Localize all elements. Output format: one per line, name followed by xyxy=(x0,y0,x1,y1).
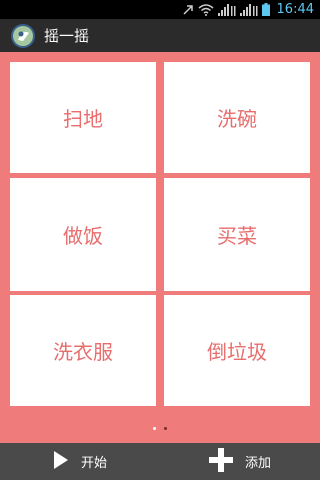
battery-icon xyxy=(261,3,270,16)
signal-icon-2 xyxy=(239,3,258,16)
add-button-label: 添加 xyxy=(244,456,271,471)
notification-icon xyxy=(182,4,194,16)
task-label: 扫地 xyxy=(63,107,103,131)
bottom-action-bar: 开始 添加 xyxy=(0,443,320,480)
play-icon xyxy=(53,450,69,474)
task-grid: 扫地 洗碗 做饭 买菜 洗衣服 倒垃圾 xyxy=(0,52,320,420)
start-button[interactable]: 开始 xyxy=(0,443,160,480)
task-cell[interactable]: 洗衣服 xyxy=(10,295,156,406)
start-button-label: 开始 xyxy=(80,456,107,471)
task-label: 洗碗 xyxy=(217,107,257,131)
signal-icon-1 xyxy=(217,3,236,16)
task-cell[interactable]: 做饭 xyxy=(10,178,156,291)
task-cell[interactable]: 扫地 xyxy=(10,62,156,173)
task-cell[interactable]: 买菜 xyxy=(164,178,310,291)
page-dot-active xyxy=(153,427,156,430)
title-bar: 摇一摇 xyxy=(0,19,320,52)
app-logo-icon[interactable] xyxy=(10,23,36,49)
task-label: 倒垃圾 xyxy=(207,340,267,364)
wifi-icon xyxy=(198,3,214,16)
status-bar: 16:44 xyxy=(0,0,320,19)
page-title: 摇一摇 xyxy=(44,27,90,45)
status-time: 16:44 xyxy=(276,2,314,17)
task-label: 买菜 xyxy=(217,224,257,248)
page-indicator xyxy=(0,427,320,433)
page-dot xyxy=(164,427,167,430)
add-button[interactable]: 添加 xyxy=(160,443,320,480)
task-cell[interactable]: 洗碗 xyxy=(164,62,310,173)
task-label: 做饭 xyxy=(63,224,103,248)
plus-icon xyxy=(208,447,233,476)
task-cell[interactable]: 倒垃圾 xyxy=(164,295,310,406)
task-label: 洗衣服 xyxy=(53,340,113,364)
